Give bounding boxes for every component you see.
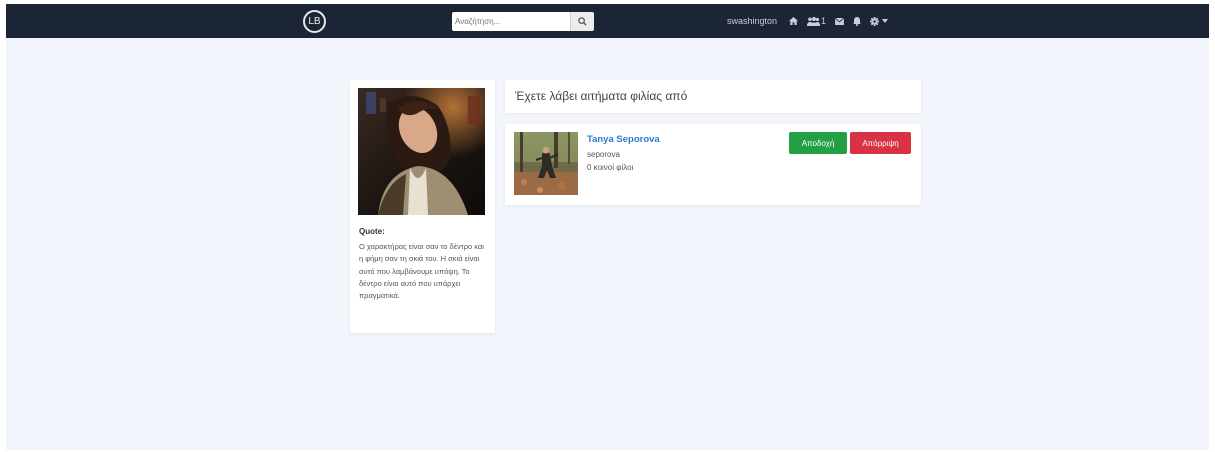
profile-card: Quote: Ο χαρακτήρας είναι σαν το δέντρο … <box>350 80 495 333</box>
requester-avatar[interactable] <box>514 132 578 195</box>
friend-requests-link[interactable]: 1 <box>807 16 826 26</box>
profile-photo <box>358 88 485 215</box>
search-form <box>452 12 594 31</box>
logo[interactable]: LB <box>303 10 326 33</box>
bell-icon <box>853 16 862 26</box>
search-button[interactable] <box>570 12 594 31</box>
friend-request-card: Tanya Seporova seporova 0 κοινοί φίλοι Α… <box>505 124 921 205</box>
requests-header: Έχετε λάβει αιτήματα φιλίας από <box>515 89 688 103</box>
reject-button[interactable]: Απόρριψη <box>850 132 911 154</box>
notifications-link[interactable] <box>853 16 862 26</box>
requests-header-card: Έχετε λάβει αιτήματα φιλίας από <box>505 80 921 113</box>
requester-username: seporova <box>587 150 620 159</box>
top-navbar: LB swashington <box>6 4 1209 38</box>
search-input[interactable] <box>452 12 570 31</box>
search-icon <box>578 17 587 26</box>
gear-icon <box>870 16 880 26</box>
navbar-right: swashington 1 <box>727 4 889 38</box>
messages-link[interactable] <box>835 17 845 25</box>
username-link[interactable]: swashington <box>727 16 777 26</box>
caret-down-icon <box>882 19 889 23</box>
accept-button[interactable]: Αποδοχή <box>789 132 847 154</box>
requester-name-link[interactable]: Tanya Seporova <box>587 134 660 145</box>
home-link[interactable] <box>789 17 798 25</box>
settings-dropdown[interactable] <box>870 16 889 26</box>
app-frame: LB swashington <box>6 4 1209 450</box>
home-icon <box>789 17 798 25</box>
users-icon <box>807 16 821 26</box>
quote-title: Quote: <box>359 227 385 236</box>
friend-requests-count: 1 <box>821 16 827 26</box>
quote-text: Ο χαρακτήρας είναι σαν το δέντρο και η φ… <box>359 242 484 301</box>
mutual-friends-count: 0 κοινοί φίλοι <box>587 163 634 172</box>
envelope-icon <box>835 17 845 25</box>
